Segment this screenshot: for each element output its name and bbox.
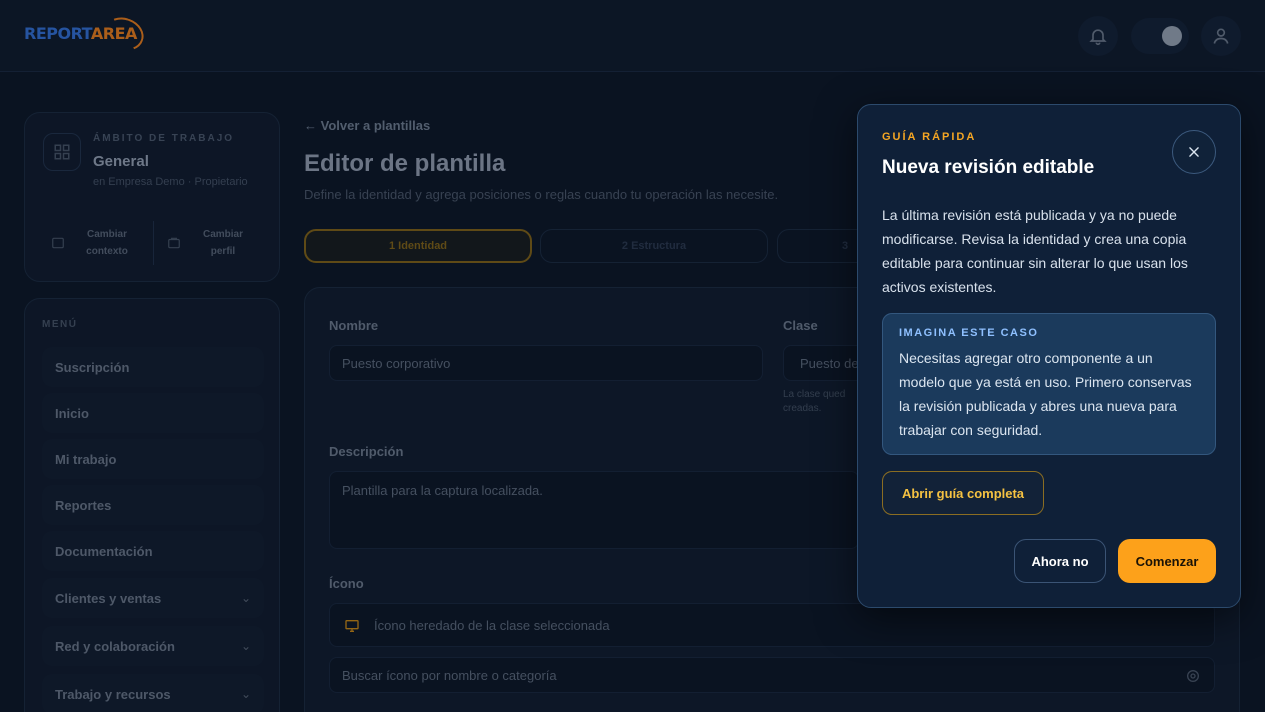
open-full-guide-button[interactable]: Abrir guía completa — [882, 471, 1044, 515]
close-button[interactable] — [1172, 130, 1216, 174]
dialog-kicker: GUÍA RÁPIDA — [882, 131, 977, 143]
example-case-box: IMAGINA ESTE CASO Necesitas agregar otro… — [882, 313, 1216, 455]
case-body: Necesitas agregar otro componente a un m… — [899, 350, 1192, 438]
quick-guide-dialog: GUÍA RÁPIDA Nueva revisión editable La ú… — [857, 104, 1241, 608]
not-now-button[interactable]: Ahora no — [1014, 539, 1106, 583]
case-kicker: IMAGINA ESTE CASO — [899, 327, 1039, 339]
dialog-body: La última revisión está publicada y ya n… — [882, 207, 1188, 295]
close-icon — [1189, 147, 1199, 157]
dialog-title: Nueva revisión editable — [882, 157, 1095, 178]
start-button[interactable]: Comenzar — [1118, 539, 1216, 583]
